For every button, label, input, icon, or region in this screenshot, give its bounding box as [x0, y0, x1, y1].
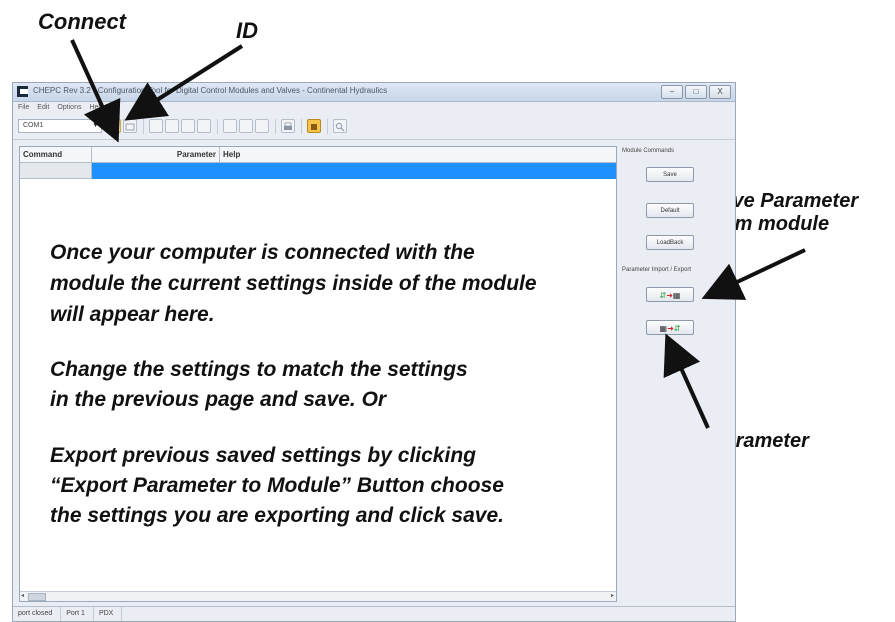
toolbar-separator	[327, 119, 328, 134]
menu-edit[interactable]: Edit	[37, 102, 49, 114]
connect-button[interactable]	[107, 119, 121, 133]
toolbar-button-8[interactable]	[239, 119, 253, 133]
instruction-line-3: will appear here.	[50, 303, 215, 326]
menu-help[interactable]: Help	[89, 102, 103, 114]
scrollbar-thumb[interactable]	[28, 593, 46, 601]
table-row-selected[interactable]	[92, 163, 616, 179]
status-bar: port closed Port 1 PDX	[13, 606, 735, 621]
instruction-line-1: Once your computer is connected with the	[50, 241, 475, 264]
parameter-import-export-label: Parameter Import / Export	[622, 267, 692, 273]
connect-callout: Connect	[38, 9, 126, 34]
toolbar-button-3[interactable]	[149, 119, 163, 133]
connect-plug-icon	[109, 122, 119, 132]
export-parameter-to-module-button[interactable]: ▦➜⇵	[646, 320, 694, 335]
window-title: CHEPC Rev 3.2 - Configuration Tool for D…	[33, 86, 388, 95]
id-icon	[125, 123, 135, 131]
toolbar-button-9[interactable]	[255, 119, 269, 133]
id-callout: ID	[236, 18, 258, 43]
app-logo-icon	[17, 86, 28, 97]
table-header: Command Parameter Help	[20, 147, 616, 163]
table-row-header-cell[interactable]	[20, 163, 92, 179]
toolbar: COM1 ▼	[13, 115, 735, 140]
search-icon	[335, 122, 345, 132]
status-port-number: Port 1	[61, 607, 94, 621]
close-button[interactable]: X	[709, 85, 731, 99]
horizontal-scrollbar[interactable]: ◂ ▸	[20, 591, 616, 601]
status-port-state: port closed	[13, 607, 62, 621]
module-icon	[311, 124, 317, 130]
minimize-button[interactable]: –	[661, 85, 683, 99]
menu-options[interactable]: Options	[57, 102, 81, 114]
toolbar-separator	[301, 119, 302, 134]
instruction-line-8: the settings you are exporting and click…	[50, 504, 504, 527]
menu-file[interactable]: File	[18, 102, 29, 114]
column-command[interactable]: Command	[20, 147, 92, 162]
instruction-line-7: “Export Parameter to Module” Button choo…	[50, 474, 504, 497]
module-commands-label: Module Commands	[622, 148, 675, 154]
default-button[interactable]: Default	[646, 203, 694, 218]
toolbar-button-6[interactable]	[197, 119, 211, 133]
menu-bar: File Edit Options Help	[13, 102, 735, 114]
printer-icon	[284, 122, 292, 130]
column-help[interactable]: Help	[220, 147, 616, 162]
chevron-down-icon: ▼	[92, 122, 99, 129]
window-controls: – □ X	[661, 85, 731, 99]
export-parameter-icon: ▦➜⇵	[659, 324, 681, 333]
toolbar-separator	[275, 119, 276, 134]
module-panel: Module Commands Save Default LoadBack Pa…	[622, 146, 730, 602]
toolbar-button-4[interactable]	[165, 119, 179, 133]
toolbar-separator	[217, 119, 218, 134]
column-parameter[interactable]: Parameter	[92, 147, 220, 162]
app-window: CHEPC Rev 3.2 - Configuration Tool for D…	[12, 82, 736, 622]
save-button[interactable]: Save	[646, 167, 694, 182]
id-button[interactable]	[123, 119, 137, 133]
scroll-left-icon[interactable]: ◂	[21, 592, 24, 601]
instruction-line-6: Export previous saved settings by clicki…	[50, 444, 476, 467]
toolbar-button-7[interactable]	[223, 119, 237, 133]
loadback-button[interactable]: LoadBack	[646, 235, 694, 250]
maximize-button[interactable]: □	[685, 85, 707, 99]
save-parameter-from-module-button[interactable]: ⇵➜▦	[646, 287, 694, 302]
toolbar-button-5[interactable]	[181, 119, 195, 133]
toolbar-separator	[143, 119, 144, 134]
status-model: PDX	[94, 607, 123, 621]
title-bar: CHEPC Rev 3.2 - Configuration Tool for D…	[13, 83, 735, 102]
port-select[interactable]: COM1 ▼	[18, 119, 102, 133]
scroll-right-icon[interactable]: ▸	[611, 592, 614, 601]
instruction-line-5: in the previous page and save. Or	[50, 388, 387, 411]
port-select-value: COM1	[23, 122, 44, 129]
instruction-line-2: module the current settings inside of th…	[50, 272, 537, 295]
save-parameter-icon: ⇵➜▦	[659, 291, 681, 300]
instruction-line-4: Change the settings to match the setting…	[50, 358, 468, 381]
print-button[interactable]	[281, 119, 295, 133]
toolbar-button-gold[interactable]	[307, 119, 321, 133]
search-button[interactable]	[333, 119, 347, 133]
